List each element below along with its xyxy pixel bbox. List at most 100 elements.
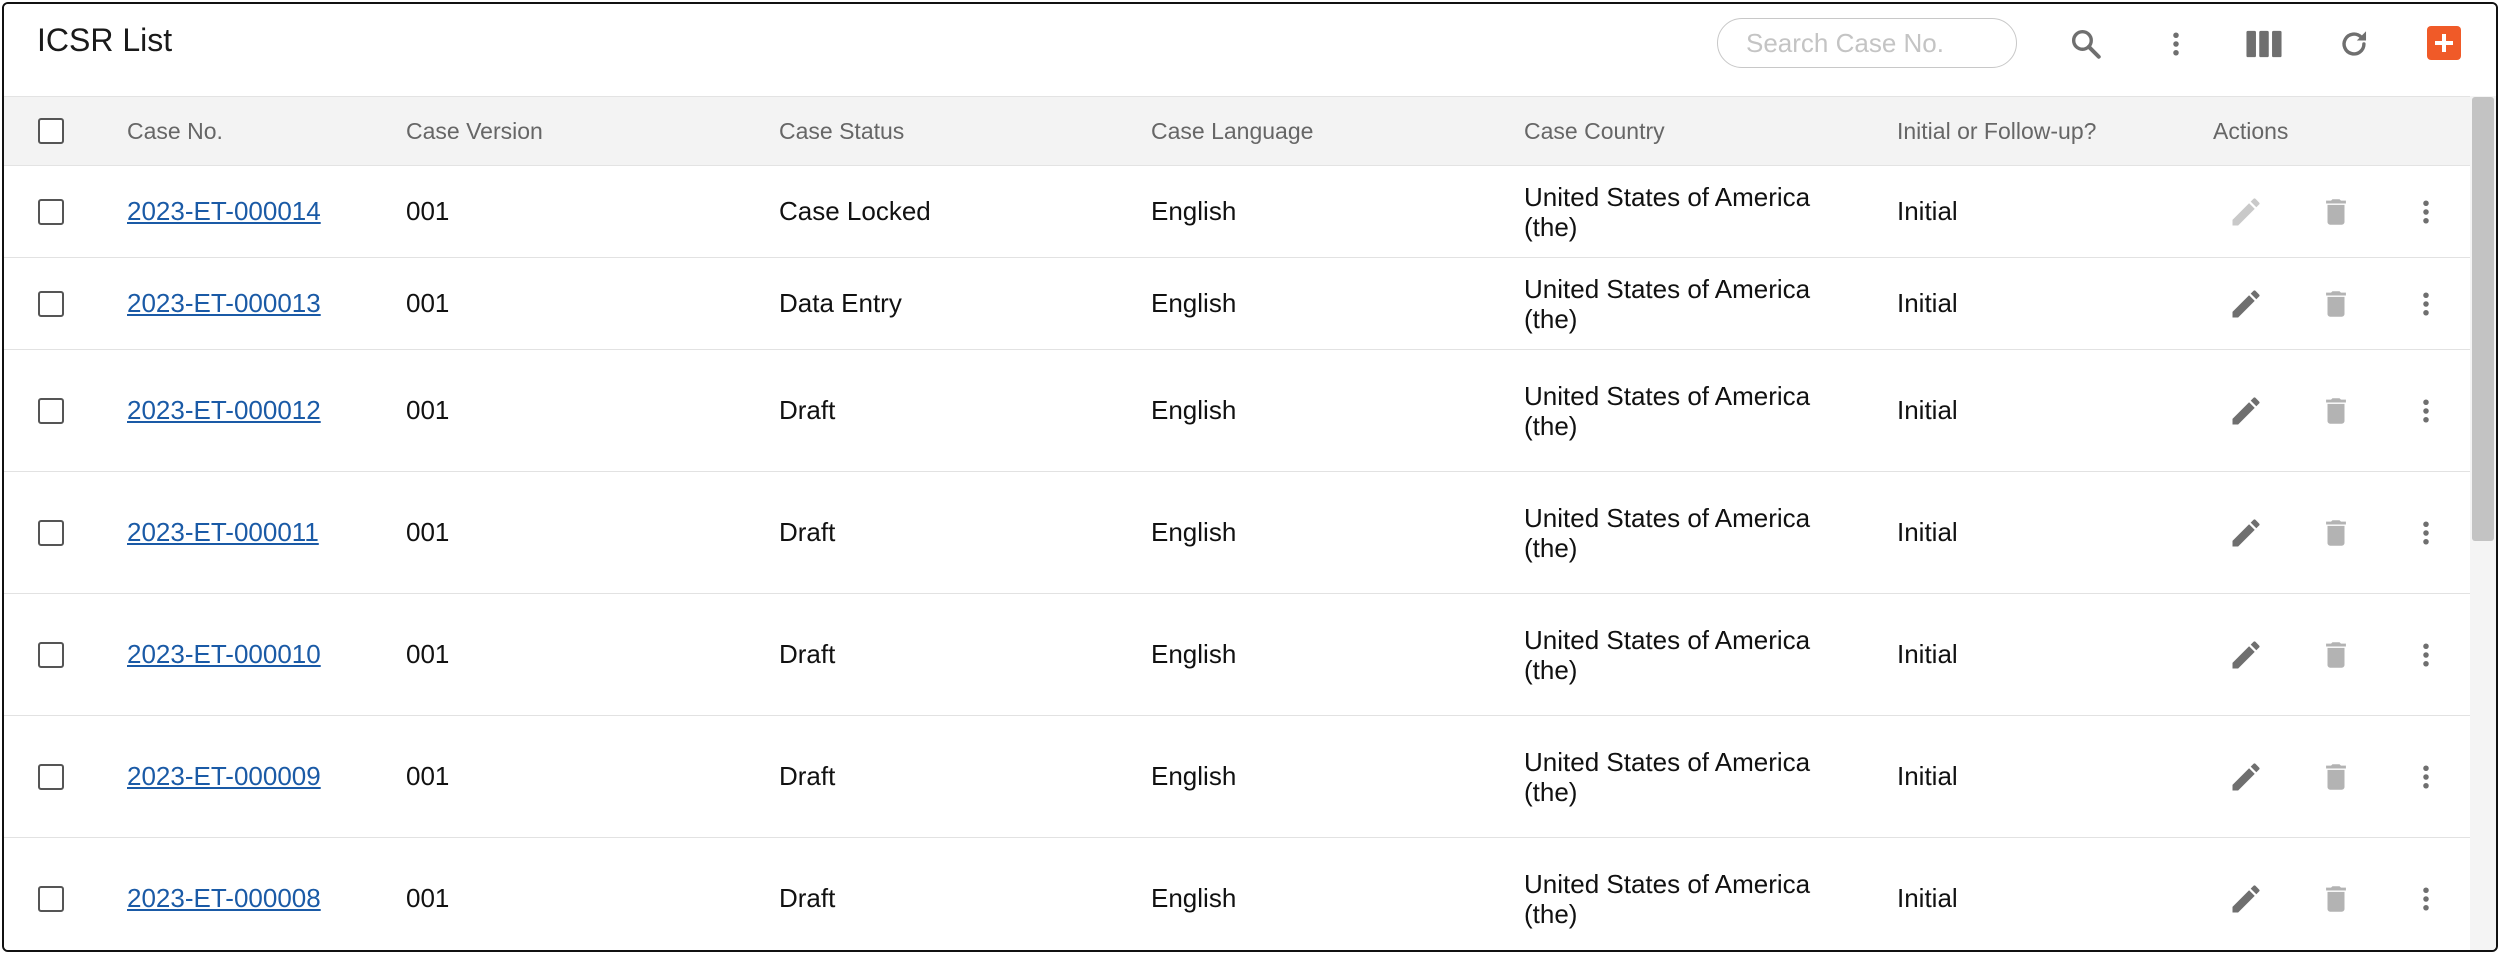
case-no-link[interactable]: 2023-ET-000010 xyxy=(127,639,321,670)
more-vertical-icon xyxy=(2423,200,2429,223)
case-country-line1: United States of America xyxy=(1524,380,1811,411)
add-case-button[interactable] xyxy=(2427,26,2461,60)
row-checkbox[interactable] xyxy=(38,763,64,790)
row-checkbox[interactable] xyxy=(38,519,64,546)
case-no-link[interactable]: 2023-ET-000008 xyxy=(127,883,321,914)
column-header-case-country[interactable]: Case Country xyxy=(1524,97,1665,165)
case-country-line2: (the) xyxy=(1524,303,1578,334)
pencil-icon xyxy=(2232,396,2260,424)
case-country-cell: United States of America (the) xyxy=(1524,472,1844,593)
initial-or-follow-up-cell: Initial xyxy=(1897,288,1958,318)
select-all-checkbox[interactable] xyxy=(38,118,64,144)
case-version-cell: 001 xyxy=(406,639,450,669)
case-country-cell: United States of America (the) xyxy=(1524,594,1844,715)
column-header-case-status[interactable]: Case Status xyxy=(779,97,904,165)
initial-or-follow-up-cell: Initial xyxy=(1897,196,1958,226)
row-more-options-button[interactable] xyxy=(2402,875,2450,923)
scrollbar-thumb[interactable] xyxy=(2472,97,2494,541)
pencil-icon xyxy=(2232,289,2260,317)
row-checkbox[interactable] xyxy=(38,885,64,912)
case-country-cell: United States of America (the) xyxy=(1524,350,1844,471)
row-more-options-button[interactable] xyxy=(2402,387,2450,435)
case-country-line2: (the) xyxy=(1524,211,1578,242)
case-country-line2: (the) xyxy=(1524,410,1578,441)
row-checkbox[interactable] xyxy=(38,397,64,424)
row-more-options-button[interactable] xyxy=(2402,280,2450,328)
row-checkbox[interactable] xyxy=(38,641,64,668)
search-icon xyxy=(2071,29,2101,59)
case-no-link[interactable]: 2023-ET-000013 xyxy=(127,288,321,319)
more-options-button[interactable] xyxy=(2150,18,2202,70)
delete-button[interactable] xyxy=(2312,631,2360,679)
case-version-cell: 001 xyxy=(406,883,450,913)
search-input[interactable] xyxy=(1717,18,2017,68)
search-button[interactable] xyxy=(2060,18,2112,70)
table-row: 2023-ET-000008 001 Draft English United Stat… xyxy=(4,838,2470,950)
edit-button[interactable] xyxy=(2222,280,2270,328)
table-row: 2023-ET-000011 001 Draft English United Stat… xyxy=(4,472,2470,594)
more-vertical-icon xyxy=(2423,521,2429,544)
trash-icon xyxy=(2326,641,2346,668)
table-row: 2023-ET-000010 001 Draft English United Stat… xyxy=(4,594,2470,716)
delete-button[interactable] xyxy=(2312,387,2360,435)
columns-icon xyxy=(2246,30,2282,58)
case-status-cell: Data Entry xyxy=(779,288,902,318)
toolbar: ICSR List xyxy=(4,4,2496,96)
table-body: 2023-ET-000014 001 Case Locked English Unite… xyxy=(4,166,2470,950)
table-row: 2023-ET-000014 001 Case Locked English Unite… xyxy=(4,166,2470,258)
row-more-options-button[interactable] xyxy=(2402,753,2450,801)
case-version-cell: 001 xyxy=(406,196,450,226)
case-no-link[interactable]: 2023-ET-000012 xyxy=(127,395,321,426)
trash-icon xyxy=(2326,885,2346,912)
edit-button[interactable] xyxy=(2222,631,2270,679)
column-header-initial-or-follow-up[interactable]: Initial or Follow-up? xyxy=(1897,97,2096,165)
case-status-cell: Case Locked xyxy=(779,196,931,226)
case-status-cell: Draft xyxy=(779,761,836,791)
row-more-options-button[interactable] xyxy=(2402,509,2450,557)
delete-button[interactable] xyxy=(2312,188,2360,236)
row-more-options-button[interactable] xyxy=(2402,631,2450,679)
case-country-line1: United States of America xyxy=(1524,624,1811,655)
case-language-cell: English xyxy=(1151,639,1237,669)
case-no-link[interactable]: 2023-ET-000014 xyxy=(127,196,321,227)
more-vertical-icon xyxy=(2173,32,2179,56)
column-header-case-no[interactable]: Case No. xyxy=(127,97,223,165)
icsr-list-panel: ICSR List Search Case No. Case No. Case … xyxy=(2,2,2498,952)
column-header-case-version[interactable]: Case Version xyxy=(406,97,543,165)
trash-icon xyxy=(2326,519,2346,546)
row-checkbox[interactable] xyxy=(38,198,64,225)
case-no-link[interactable]: 2023-ET-000011 xyxy=(127,517,319,548)
edit-button[interactable] xyxy=(2222,753,2270,801)
table-header: Case No. Case Version Case Status Case L… xyxy=(4,96,2470,166)
case-no-cell: 2023-ET-000014 xyxy=(127,166,321,257)
more-vertical-icon xyxy=(2423,399,2429,422)
table-row: 2023-ET-000013 001 Data Entry English United… xyxy=(4,258,2470,350)
initial-or-follow-up-cell: Initial xyxy=(1897,517,1958,547)
refresh-icon xyxy=(2342,31,2367,56)
case-country-line2: (the) xyxy=(1524,654,1578,685)
trash-icon xyxy=(2326,397,2346,424)
delete-button[interactable] xyxy=(2312,753,2360,801)
delete-button[interactable] xyxy=(2312,509,2360,557)
edit-button[interactable] xyxy=(2222,509,2270,557)
case-no-cell: 2023-ET-000010 xyxy=(127,594,321,715)
case-country-cell: United States of America (the) xyxy=(1524,258,1844,349)
row-more-options-button[interactable] xyxy=(2402,188,2450,236)
case-status-cell: Draft xyxy=(779,639,836,669)
case-no-cell: 2023-ET-000012 xyxy=(127,350,321,471)
case-version-cell: 001 xyxy=(406,761,450,791)
edit-button[interactable] xyxy=(2222,875,2270,923)
edit-button[interactable] xyxy=(2222,387,2270,435)
pencil-icon xyxy=(2232,518,2260,546)
column-header-case-language[interactable]: Case Language xyxy=(1151,97,1313,165)
columns-button[interactable] xyxy=(2238,18,2290,70)
case-status-cell: Draft xyxy=(779,517,836,547)
initial-or-follow-up-cell: Initial xyxy=(1897,395,1958,425)
case-no-link[interactable]: 2023-ET-000009 xyxy=(127,761,321,792)
delete-button[interactable] xyxy=(2312,280,2360,328)
row-checkbox[interactable] xyxy=(38,290,64,317)
refresh-button[interactable] xyxy=(2328,18,2380,70)
edit-button[interactable] xyxy=(2222,188,2270,236)
more-vertical-icon xyxy=(2423,643,2429,666)
delete-button[interactable] xyxy=(2312,875,2360,923)
